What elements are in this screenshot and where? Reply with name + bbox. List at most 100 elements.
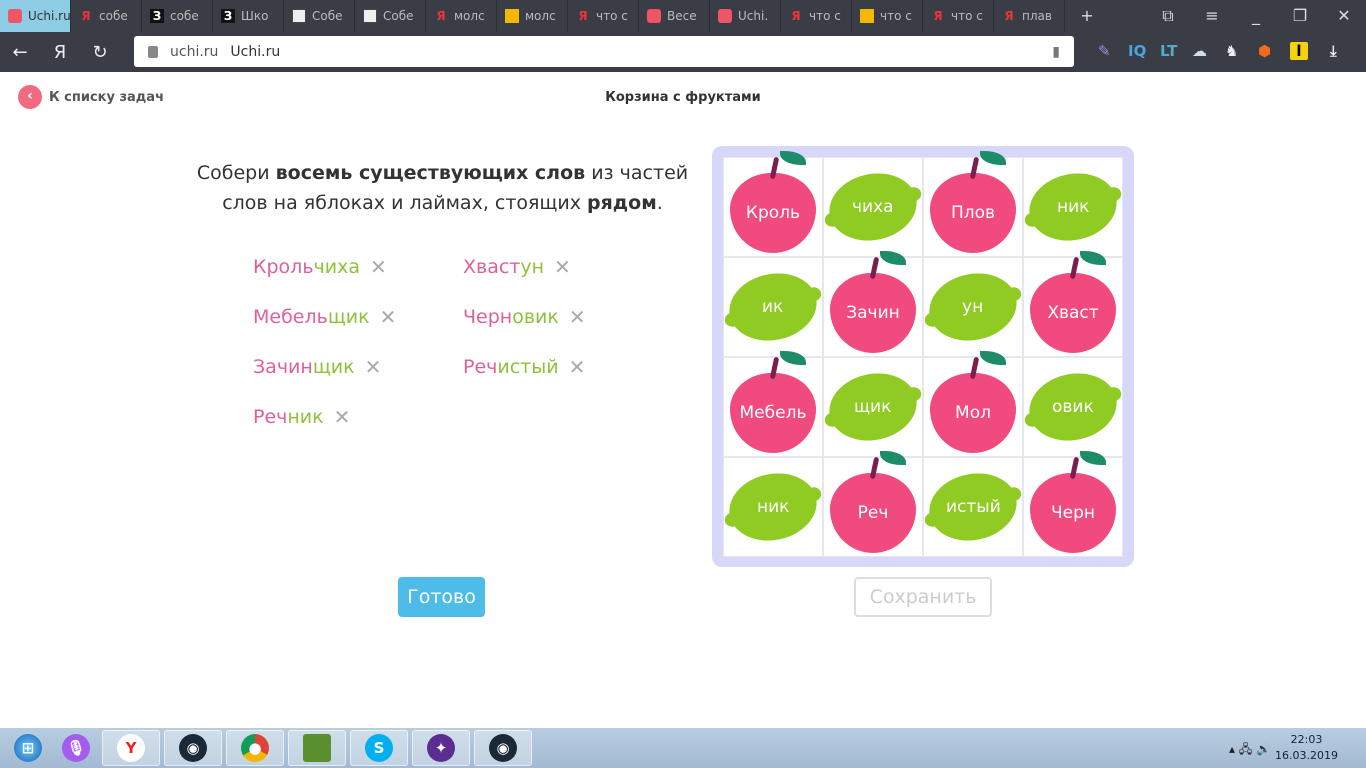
- tab[interactable]: Ясобе: [71, 0, 142, 32]
- steam-icon: ◉: [179, 734, 207, 762]
- fruit-label: ник: [756, 497, 790, 517]
- found-word: Зачин щик ✕: [253, 355, 381, 379]
- remove-word-icon[interactable]: ✕: [380, 305, 397, 329]
- stem-icon: [1069, 256, 1080, 280]
- grid-cell[interactable]: истый: [923, 457, 1023, 557]
- grid-cell[interactable]: Мол: [923, 351, 1023, 457]
- grid-cell[interactable]: ик: [723, 257, 823, 357]
- bookmarks-icon[interactable]: ⧉: [1146, 0, 1190, 32]
- grid-cell[interactable]: овик: [1023, 357, 1123, 457]
- tab[interactable]: молс: [497, 0, 568, 32]
- taskbar-app[interactable]: ⊞: [6, 730, 50, 766]
- grid-cell[interactable]: ун: [923, 257, 1023, 357]
- restore-icon[interactable]: ❐: [1278, 0, 1322, 32]
- clock[interactable]: 22:03 16.03.2019: [1275, 732, 1338, 764]
- word-part-lime: щик: [327, 306, 370, 328]
- grid-cell[interactable]: чиха: [823, 157, 923, 257]
- found-word: Хваст ун ✕: [463, 255, 571, 279]
- image-icon: [860, 9, 874, 23]
- grid-cell[interactable]: Черн: [1023, 451, 1123, 557]
- grid-cell[interactable]: Кроль: [723, 151, 823, 257]
- word-part-lime: чиха: [313, 256, 360, 278]
- tab[interactable]: Собе: [355, 0, 426, 32]
- new-tab-button[interactable]: +: [1065, 0, 1109, 32]
- grid-cell[interactable]: Реч: [823, 451, 923, 557]
- yandex-logo-icon[interactable]: Я: [40, 42, 80, 63]
- remove-word-icon[interactable]: ✕: [554, 255, 571, 279]
- remove-word-icon[interactable]: ✕: [569, 355, 586, 379]
- shield-icon[interactable]: ⬢: [1258, 42, 1271, 60]
- yandex-icon: Я: [791, 9, 801, 23]
- iq-icon[interactable]: IQ: [1128, 42, 1146, 60]
- cloud-icon[interactable]: ☁: [1192, 42, 1207, 60]
- fruit-label: Реч: [857, 503, 889, 523]
- tab[interactable]: что с: [852, 0, 923, 32]
- tab[interactable]: Ямолс: [426, 0, 497, 32]
- remove-word-icon[interactable]: ✕: [365, 355, 382, 379]
- tab[interactable]: Uchi.ru✕: [0, 0, 71, 32]
- remove-word-icon[interactable]: ✕: [334, 405, 351, 429]
- tab[interactable]: Uchi.: [710, 0, 781, 32]
- tab[interactable]: Весе: [639, 0, 710, 32]
- stem-icon: [1069, 456, 1080, 480]
- grid-cell[interactable]: Мебель: [723, 351, 823, 457]
- grid-cell[interactable]: Хваст: [1023, 251, 1123, 357]
- grid-cell[interactable]: Зачин: [823, 251, 923, 357]
- word-part-apple: Зачин: [253, 356, 313, 378]
- taskbar-app[interactable]: 🎙: [54, 730, 98, 766]
- skype-icon: S: [365, 734, 393, 762]
- lime-icon: ун: [923, 265, 1023, 349]
- bookmark-icon[interactable]: ▮: [1052, 44, 1060, 60]
- tab[interactable]: Ячто с: [781, 0, 852, 32]
- task-text: Собери: [196, 162, 276, 184]
- tab[interactable]: Ячто с: [923, 0, 994, 32]
- system-tray[interactable]: ▴ 🖧 🔊: [1229, 740, 1271, 761]
- feather-icon[interactable]: ✎: [1098, 42, 1111, 60]
- uchi-icon: [647, 9, 661, 23]
- close-window-icon[interactable]: ✕: [1322, 0, 1366, 32]
- done-button[interactable]: Готово: [398, 577, 485, 617]
- grid-cell[interactable]: Плов: [923, 151, 1023, 257]
- taskbar-app[interactable]: ●: [226, 730, 284, 766]
- word-part-lime: щик: [312, 356, 355, 378]
- tab-label: собе: [170, 9, 199, 23]
- tab[interactable]: Собе: [284, 0, 355, 32]
- apple-icon: Кроль: [730, 151, 816, 253]
- save-button[interactable]: Сохранить: [854, 577, 992, 617]
- fruit-label: ун: [962, 297, 984, 317]
- remove-word-icon[interactable]: ✕: [370, 255, 387, 279]
- minimize-icon[interactable]: _: [1234, 0, 1278, 32]
- tab[interactable]: Зсобе: [142, 0, 213, 32]
- taskbar-app[interactable]: ✦: [412, 730, 470, 766]
- lingualeo-icon[interactable]: l: [1290, 42, 1308, 60]
- grid-cell[interactable]: щик: [823, 357, 923, 457]
- menu-icon[interactable]: ≡: [1190, 0, 1234, 32]
- apple-icon: Реч: [830, 451, 916, 553]
- fruit-label: истый: [945, 497, 1001, 517]
- reload-icon[interactable]: ↻: [80, 42, 120, 63]
- grid-cell[interactable]: ник: [1023, 157, 1123, 257]
- remove-word-icon[interactable]: ✕: [569, 305, 586, 329]
- taskbar-app[interactable]: ◉: [164, 730, 222, 766]
- tab[interactable]: Яплав: [994, 0, 1065, 32]
- tab[interactable]: З Шко: [213, 0, 284, 32]
- taskbar-app[interactable]: Y: [102, 730, 160, 766]
- lt-icon[interactable]: LT: [1160, 42, 1177, 60]
- download-icon[interactable]: ⤓: [1330, 42, 1337, 60]
- apple-icon: Мебель: [730, 351, 816, 453]
- grid-cell[interactable]: ник: [723, 457, 823, 557]
- unicorn-icon[interactable]: ♞: [1225, 42, 1238, 60]
- yandex-icon: Я: [578, 9, 588, 23]
- address-bar[interactable]: uchi.ru Uchi.ru ▮: [134, 36, 1074, 67]
- taskbar-app[interactable]: [288, 730, 346, 766]
- back-arrow-icon[interactable]: ←: [0, 42, 40, 63]
- taskbar-app[interactable]: ◉: [474, 730, 532, 766]
- clock-date: 16.03.2019: [1275, 749, 1338, 762]
- fruit-label: овик: [1052, 397, 1094, 417]
- lock-icon: [148, 45, 158, 58]
- tab[interactable]: Ячто с: [568, 0, 639, 32]
- tab-label: собе: [99, 9, 128, 23]
- taskbar-app[interactable]: S: [350, 730, 408, 766]
- fruit-label: Плов: [950, 203, 996, 223]
- apple-icon: Хваст: [1030, 251, 1116, 353]
